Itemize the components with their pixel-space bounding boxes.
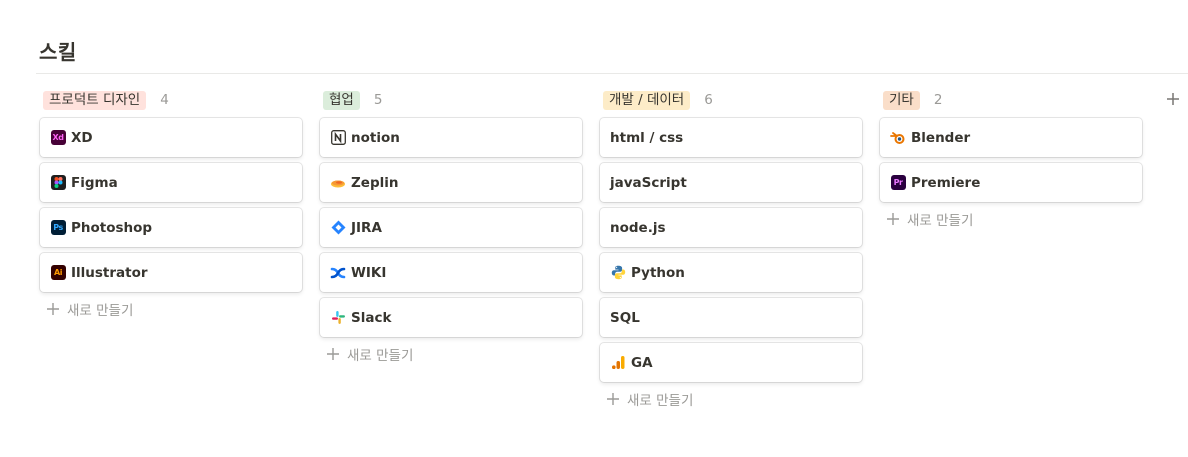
card-label: Photoshop	[71, 219, 153, 236]
board-column-etc: 기타 2 Blender Pr Premiere 새로 만들기	[880, 88, 1142, 230]
new-item-button[interactable]: 새로 만들기	[880, 208, 1142, 230]
blender-icon	[890, 130, 906, 146]
page-title: 스킬	[39, 40, 77, 64]
card-figma[interactable]: Figma	[40, 163, 302, 202]
plus-icon	[47, 303, 59, 315]
card-ga[interactable]: GA	[600, 343, 862, 382]
card-label: Slack	[351, 309, 392, 326]
new-item-label: 새로 만들기	[67, 303, 134, 319]
card-xd[interactable]: Xd XD	[40, 118, 302, 157]
column-header[interactable]: 협업 5	[320, 88, 582, 112]
column-tag: 프로덕트 디자인	[43, 90, 147, 110]
column-header[interactable]: 프로덕트 디자인 4	[40, 88, 302, 112]
new-item-label: 새로 만들기	[627, 393, 694, 409]
card-illustrator[interactable]: Ai Illustrator	[40, 253, 302, 292]
python-icon	[610, 265, 626, 281]
new-item-button[interactable]: 새로 만들기	[600, 388, 862, 410]
column-tag: 기타	[883, 90, 920, 110]
card-label: node.js	[610, 219, 666, 236]
card-photoshop[interactable]: Ps Photoshop	[40, 208, 302, 247]
column-header[interactable]: 개발 / 데이터 6	[600, 88, 862, 112]
add-column-plus-icon[interactable]	[1166, 92, 1180, 106]
card-label: JIRA	[351, 219, 382, 236]
card-label: javaScript	[610, 174, 687, 191]
card-label: Illustrator	[71, 264, 148, 281]
card-python[interactable]: Python	[600, 253, 862, 292]
plus-icon	[607, 393, 619, 405]
plus-icon	[887, 213, 899, 225]
card-label: notion	[351, 129, 400, 146]
column-count: 5	[373, 92, 383, 108]
card-label: WIKI	[351, 264, 387, 281]
column-tag: 협업	[323, 90, 360, 110]
jira-icon	[330, 220, 346, 236]
column-count: 4	[160, 92, 169, 108]
card-label: Figma	[71, 174, 118, 191]
card-wiki[interactable]: WIKI	[320, 253, 582, 292]
card-label: Zeplin	[351, 174, 399, 191]
card-label: Blender	[911, 129, 971, 146]
column-count: 6	[704, 92, 713, 108]
card-notion[interactable]: notion	[320, 118, 582, 157]
card-javascript[interactable]: javaScript	[600, 163, 862, 202]
card-label: SQL	[610, 309, 640, 326]
card-label: Python	[631, 264, 685, 281]
adobe-photoshop-icon: Ps	[50, 220, 66, 236]
adobe-xd-icon: Xd	[50, 130, 66, 146]
slack-icon	[330, 310, 346, 326]
board-column-dev-data: 개발 / 데이터 6 html / css javaScript node.js…	[600, 88, 862, 410]
confluence-icon	[330, 265, 346, 281]
card-sql[interactable]: SQL	[600, 298, 862, 337]
card-premiere[interactable]: Pr Premiere	[880, 163, 1142, 202]
figma-icon	[50, 175, 66, 191]
card-label: Premiere	[911, 174, 981, 191]
board-column-product-design: 프로덕트 디자인 4 Xd XD Figma Ps Photoshop Ai I…	[40, 88, 302, 320]
adobe-illustrator-icon: Ai	[50, 265, 66, 281]
plus-icon	[327, 348, 339, 360]
card-html-css[interactable]: html / css	[600, 118, 862, 157]
card-label: GA	[631, 354, 653, 371]
card-blender[interactable]: Blender	[880, 118, 1142, 157]
column-tag: 개발 / 데이터	[603, 90, 691, 110]
adobe-premiere-icon: Pr	[890, 175, 906, 191]
column-header[interactable]: 기타 2	[880, 88, 1142, 112]
card-jira[interactable]: JIRA	[320, 208, 582, 247]
card-label: XD	[71, 129, 93, 146]
column-count: 2	[933, 92, 943, 108]
card-label: html / css	[610, 129, 684, 146]
new-item-label: 새로 만들기	[907, 213, 974, 229]
notion-icon	[330, 130, 346, 146]
board-column-collaboration: 협업 5 notion Zeplin JIRA WIKI Slack 새로 만들…	[320, 88, 582, 365]
card-slack[interactable]: Slack	[320, 298, 582, 337]
new-item-button[interactable]: 새로 만들기	[40, 298, 302, 320]
google-analytics-icon	[610, 355, 626, 371]
new-item-label: 새로 만들기	[347, 348, 414, 364]
new-item-button[interactable]: 새로 만들기	[320, 343, 582, 365]
card-zeplin[interactable]: Zeplin	[320, 163, 582, 202]
title-divider	[36, 73, 1188, 74]
card-nodejs[interactable]: node.js	[600, 208, 862, 247]
zeplin-icon	[330, 175, 346, 191]
